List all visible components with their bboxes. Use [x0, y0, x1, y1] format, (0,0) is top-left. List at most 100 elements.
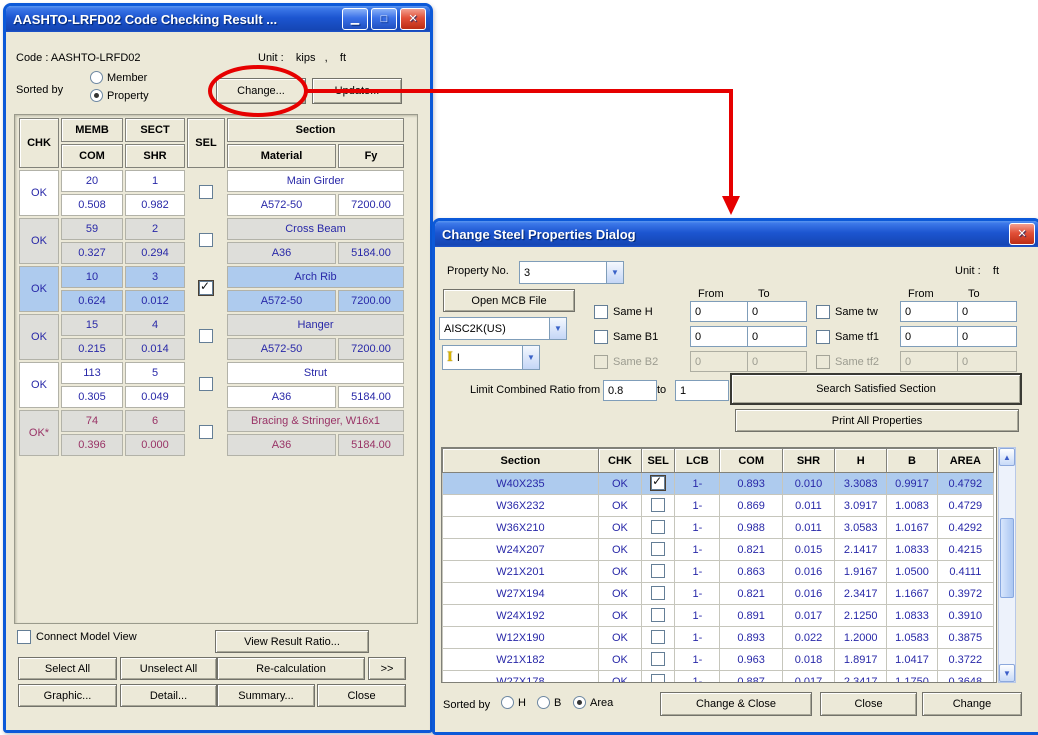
sort-h-radio[interactable]: H — [501, 696, 526, 709]
result-row[interactable]: OK*746Bracing & Stringer, W16x1 — [19, 410, 404, 432]
section-row[interactable]: W36X210OK1-0.9880.0113.05831.01670.4292 — [443, 517, 994, 539]
connect-model-view-checkbox[interactable]: Connect Model View — [16, 629, 137, 645]
same-tw-checkbox[interactable]: Same tw — [815, 304, 878, 320]
scrollbar-thumb[interactable] — [1000, 518, 1014, 598]
property-radio-icon[interactable] — [90, 89, 103, 102]
same-tw-box-icon[interactable] — [816, 305, 830, 319]
section-row[interactable]: W21X182OK1-0.9630.0181.89171.04170.3722 — [443, 649, 994, 671]
row-select-checkbox[interactable] — [651, 586, 665, 600]
row-select-checkbox[interactable] — [199, 329, 213, 343]
row-select-checkbox[interactable] — [651, 498, 665, 512]
change-and-close-button[interactable]: Change & Close — [660, 692, 812, 716]
member-radio-icon[interactable] — [90, 71, 103, 84]
close-button[interactable]: Close — [820, 692, 917, 716]
close-button[interactable]: Close — [317, 684, 406, 707]
row-select-checkbox[interactable] — [199, 425, 213, 439]
h-to-field[interactable]: 0 — [747, 301, 807, 322]
chevron-down-icon[interactable]: ▼ — [522, 346, 539, 369]
scroll-down-icon[interactable]: ▼ — [999, 664, 1015, 682]
tf2-to-field: 0 — [957, 351, 1017, 372]
close-button-icon[interactable]: ✕ — [400, 8, 426, 30]
sort-property-radio[interactable]: Property — [90, 89, 149, 102]
section-row[interactable]: W27X194OK1-0.8210.0162.34171.16670.3972 — [443, 583, 994, 605]
row-select-checkbox[interactable] — [199, 281, 213, 295]
same-h-checkbox[interactable]: Same H — [593, 304, 653, 320]
row-select-checkbox[interactable] — [651, 542, 665, 556]
row-select-checkbox[interactable] — [651, 564, 665, 578]
h-radio-icon[interactable] — [501, 696, 514, 709]
limit-from-field[interactable]: 0.8 — [603, 380, 657, 401]
row-select-checkbox[interactable] — [199, 377, 213, 391]
section-row[interactable]: W40X235OK1-0.8930.0103.30830.99170.4792 — [443, 473, 994, 495]
sort-b-radio[interactable]: B — [537, 696, 561, 709]
connect-model-view-box-icon[interactable] — [17, 630, 31, 644]
same-b1-box-icon[interactable] — [594, 330, 608, 344]
view-result-ratio-button[interactable]: View Result Ratio... — [215, 630, 369, 653]
limit-to-field[interactable]: 1 — [675, 380, 729, 401]
section-row[interactable]: W27X178OK1-0.8870.0172.34171.17500.3648 — [443, 671, 994, 684]
change-button[interactable]: Change... — [216, 78, 306, 104]
vertical-scrollbar[interactable]: ▲ ▼ — [998, 447, 1016, 683]
maximize-button-icon[interactable]: □ — [371, 8, 397, 30]
section-shape-select[interactable]: I I ▼ — [442, 345, 540, 370]
section-row[interactable]: W24X192OK1-0.8910.0172.12501.08330.3910 — [443, 605, 994, 627]
summary-button[interactable]: Summary... — [217, 684, 315, 707]
row-select-checkbox[interactable] — [199, 233, 213, 247]
same-tf1-checkbox[interactable]: Same tf1 — [815, 329, 879, 345]
same-h-box-icon[interactable] — [594, 305, 608, 319]
chevron-down-icon[interactable]: ▼ — [549, 318, 566, 339]
tw-from-field[interactable]: 0 — [900, 301, 960, 322]
section-row[interactable]: W36X232OK1-0.8690.0113.09171.00830.4729 — [443, 495, 994, 517]
close-button-icon[interactable]: ✕ — [1009, 223, 1035, 245]
section-row[interactable]: W24X207OK1-0.8210.0152.14171.08330.4215 — [443, 539, 994, 561]
detail-button[interactable]: Detail... — [120, 684, 217, 707]
same-tf1-box-icon[interactable] — [816, 330, 830, 344]
change-button[interactable]: Change — [922, 692, 1022, 716]
area-radio-icon[interactable] — [573, 696, 586, 709]
row-select-checkbox[interactable] — [651, 630, 665, 644]
chevron-down-icon[interactable]: ▼ — [606, 262, 623, 283]
result-row[interactable]: OK1135Strut — [19, 362, 404, 384]
same-b1-checkbox[interactable]: Same B1 — [593, 329, 658, 345]
print-all-properties-button[interactable]: Print All Properties — [735, 409, 1019, 432]
property-no-select[interactable]: 3 ▼ — [519, 261, 624, 284]
h-from-field[interactable]: 0 — [690, 301, 750, 322]
chk-cell: OK — [598, 627, 641, 649]
select-all-button[interactable]: Select All — [18, 657, 117, 680]
recalculation-button[interactable]: Re-calculation — [217, 657, 365, 680]
row-select-checkbox[interactable] — [651, 520, 665, 534]
sorted-by-label: Sorted by — [16, 84, 63, 96]
open-mcb-file-button[interactable]: Open MCB File — [443, 289, 575, 312]
row-select-checkbox[interactable] — [651, 652, 665, 666]
graphic-button[interactable]: Graphic... — [18, 684, 117, 707]
b-radio-icon[interactable] — [537, 696, 550, 709]
row-select-checkbox[interactable] — [651, 608, 665, 622]
tf1-from-field[interactable]: 0 — [900, 326, 960, 347]
row-select-checkbox[interactable] — [199, 185, 213, 199]
expand-button[interactable]: >> — [368, 657, 406, 680]
sort-member-radio[interactable]: Member — [90, 71, 147, 84]
section-db-select[interactable]: AISC2K(US) ▼ — [439, 317, 567, 340]
result-row[interactable]: OK154Hanger — [19, 314, 404, 336]
unselect-all-button[interactable]: Unselect All — [120, 657, 217, 680]
b1-to-field[interactable]: 0 — [747, 326, 807, 347]
titlebar[interactable]: AASHTO-LRFD02 Code Checking Result ... ▁… — [6, 6, 430, 32]
section-row[interactable]: W21X201OK1-0.8630.0161.91671.05000.4111 — [443, 561, 994, 583]
row-select-checkbox[interactable] — [651, 476, 665, 490]
sel-cell — [187, 410, 225, 456]
search-satisfied-section-button[interactable]: Search Satisfied Section — [730, 373, 1022, 405]
tf1-to-field[interactable]: 0 — [957, 326, 1017, 347]
minimize-button-icon[interactable]: ▁ — [342, 8, 368, 30]
scroll-up-icon[interactable]: ▲ — [999, 448, 1015, 466]
titlebar[interactable]: Change Steel Properties Dialog ✕ — [435, 221, 1038, 247]
tw-to-field[interactable]: 0 — [957, 301, 1017, 322]
row-select-checkbox[interactable] — [651, 674, 665, 684]
result-row[interactable]: OK592Cross Beam — [19, 218, 404, 240]
update-button[interactable]: Update... — [312, 78, 402, 104]
sort-area-radio[interactable]: Area — [573, 696, 613, 709]
result-row[interactable]: OK201Main Girder — [19, 170, 404, 192]
section-row[interactable]: W12X190OK1-0.8930.0221.20001.05830.3875 — [443, 627, 994, 649]
member-radio-label: Member — [107, 72, 147, 84]
b1-from-field[interactable]: 0 — [690, 326, 750, 347]
result-row[interactable]: OK103Arch Rib — [19, 266, 404, 288]
